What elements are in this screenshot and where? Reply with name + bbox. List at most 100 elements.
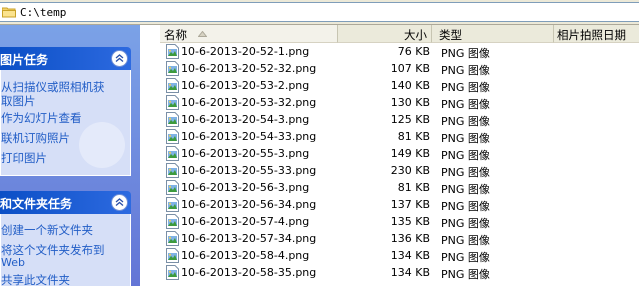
- file-name: 10-6-2013-20-56-34.png: [181, 198, 317, 211]
- png-file-icon: [166, 248, 179, 263]
- file-list: 名称 大小 类型 相片拍照日期 10-6-2013-20-52-1.png 76 …: [160, 25, 639, 286]
- pane-splitter[interactable]: [140, 25, 160, 286]
- file-row[interactable]: 10-6-2013-20-56-3.png 81 KB PNG 图像: [160, 179, 639, 196]
- column-date-taken-label: 相片拍照日期: [557, 28, 626, 42]
- file-name: 10-6-2013-20-53-32.png: [181, 96, 317, 109]
- file-tasks-title: 和文件夹任务: [0, 197, 73, 211]
- file-type: PNG 图像: [441, 268, 490, 281]
- task-share-folder[interactable]: 共享此文件夹: [1, 272, 70, 286]
- file-size: 149 KB: [390, 147, 430, 160]
- file-size: 230 KB: [390, 164, 430, 177]
- file-name: 10-6-2013-20-54-3.png: [181, 113, 310, 126]
- file-type: PNG 图像: [441, 149, 490, 162]
- file-name: 10-6-2013-20-58-35.png: [181, 266, 317, 279]
- task-get-from-scanner-cont[interactable]: 取图片: [1, 93, 36, 109]
- file-name: 10-6-2013-20-53-2.png: [181, 79, 310, 92]
- address-path: C:\temp: [20, 6, 67, 19]
- file-size: 81 KB: [397, 130, 430, 143]
- file-size: 130 KB: [390, 96, 430, 109]
- file-row[interactable]: 10-6-2013-20-57-34.png 136 KB PNG 图像: [160, 230, 639, 247]
- file-name: 10-6-2013-20-57-34.png: [181, 232, 317, 245]
- png-file-icon: [166, 197, 179, 212]
- file-type: PNG 图像: [441, 47, 490, 60]
- png-file-icon: [166, 180, 179, 195]
- collapse-icon[interactable]: [111, 50, 128, 67]
- file-type: PNG 图像: [441, 166, 490, 179]
- png-file-icon: [166, 129, 179, 144]
- file-size: 137 KB: [390, 198, 430, 211]
- file-row[interactable]: 10-6-2013-20-52-32.png 107 KB PNG 图像: [160, 60, 639, 77]
- file-row[interactable]: 10-6-2013-20-52-1.png 76 KB PNG 图像: [160, 43, 639, 60]
- file-row[interactable]: 10-6-2013-20-58-35.png 134 KB PNG 图像: [160, 264, 639, 281]
- file-name: 10-6-2013-20-57-4.png: [181, 215, 310, 228]
- column-header-date-taken[interactable]: 相片拍照日期: [554, 25, 639, 43]
- column-header-name[interactable]: 名称: [160, 25, 338, 43]
- file-size: 76 KB: [397, 45, 430, 58]
- file-row[interactable]: 10-6-2013-20-53-32.png 130 KB PNG 图像: [160, 94, 639, 111]
- file-type: PNG 图像: [441, 200, 490, 213]
- picture-tasks-header[interactable]: 图片任务: [0, 47, 131, 70]
- file-name: 10-6-2013-20-52-1.png: [181, 45, 310, 58]
- file-size: 136 KB: [390, 232, 430, 245]
- picture-tasks-body: 从扫描仪或照相机获 取图片 作为幻灯片查看 联机订购照片 打印图片: [0, 70, 131, 176]
- file-name: 10-6-2013-20-58-4.png: [181, 249, 310, 262]
- file-name: 10-6-2013-20-56-3.png: [181, 181, 310, 194]
- file-size: 140 KB: [390, 79, 430, 92]
- picture-tasks-title: 图片任务: [0, 53, 49, 67]
- file-type: PNG 图像: [441, 115, 490, 128]
- file-row[interactable]: 10-6-2013-20-56-34.png 137 KB PNG 图像: [160, 196, 639, 213]
- file-type: PNG 图像: [441, 217, 490, 230]
- column-type-label: 类型: [439, 28, 462, 42]
- file-name: 10-6-2013-20-52-32.png: [181, 62, 317, 75]
- file-size: 107 KB: [390, 62, 430, 75]
- file-row[interactable]: 10-6-2013-20-53-2.png 140 KB PNG 图像: [160, 77, 639, 94]
- address-bar: C:\temp: [0, 0, 639, 25]
- file-row[interactable]: 10-6-2013-20-55-33.png 230 KB PNG 图像: [160, 162, 639, 179]
- column-header-size[interactable]: 大小: [338, 25, 432, 43]
- png-file-icon: [166, 214, 179, 229]
- png-file-icon: [166, 95, 179, 110]
- file-type: PNG 图像: [441, 234, 490, 247]
- column-size-label: 大小: [404, 28, 427, 42]
- file-row[interactable]: 10-6-2013-20-54-33.png 81 KB PNG 图像: [160, 128, 639, 145]
- file-row[interactable]: 10-6-2013-20-55-3.png 149 KB PNG 图像: [160, 145, 639, 162]
- task-publish-folder-web[interactable]: Web: [1, 256, 25, 269]
- file-type: PNG 图像: [441, 251, 490, 264]
- png-file-icon: [166, 44, 179, 59]
- collapse-icon[interactable]: [111, 194, 128, 211]
- file-type: PNG 图像: [441, 64, 490, 77]
- camera-watermark-icon: [79, 122, 125, 168]
- file-type: PNG 图像: [441, 183, 490, 196]
- file-type: PNG 图像: [441, 98, 490, 111]
- task-view-slideshow[interactable]: 作为幻灯片查看: [1, 110, 82, 126]
- file-size: 81 KB: [397, 181, 430, 194]
- file-row[interactable]: 10-6-2013-20-54-3.png 125 KB PNG 图像: [160, 111, 639, 128]
- folder-icon: [1, 6, 16, 18]
- file-size: 134 KB: [390, 249, 430, 262]
- file-tasks-header[interactable]: 和文件夹任务: [0, 191, 131, 214]
- png-file-icon: [166, 231, 179, 246]
- png-file-icon: [166, 146, 179, 161]
- file-size: 125 KB: [390, 113, 430, 126]
- file-size: 134 KB: [390, 266, 430, 279]
- address-field[interactable]: C:\temp: [0, 2, 639, 22]
- png-file-icon: [166, 112, 179, 127]
- file-row[interactable]: 10-6-2013-20-57-4.png 135 KB PNG 图像: [160, 213, 639, 230]
- file-type: PNG 图像: [441, 81, 490, 94]
- file-type: PNG 图像: [441, 132, 490, 145]
- png-file-icon: [166, 163, 179, 178]
- file-size: 135 KB: [390, 215, 430, 228]
- file-name: 10-6-2013-20-55-33.png: [181, 164, 317, 177]
- task-new-folder[interactable]: 创建一个新文件夹: [1, 222, 93, 238]
- file-row[interactable]: 10-6-2013-20-58-4.png 134 KB PNG 图像: [160, 247, 639, 264]
- column-header-type[interactable]: 类型: [432, 25, 554, 43]
- task-pane: 图片任务 从扫描仪或照相机获 取图片 作为幻灯片查看 联机订购照片 打印图片 和…: [0, 25, 140, 286]
- png-file-icon: [166, 61, 179, 76]
- task-order-prints[interactable]: 联机订购照片: [1, 130, 70, 146]
- sort-ascending-icon: [198, 31, 207, 37]
- file-tasks-body: 创建一个新文件夹 将这个文件夹发布到 Web 共享此文件夹: [0, 214, 131, 286]
- task-print-pictures[interactable]: 打印图片: [1, 150, 47, 166]
- file-name: 10-6-2013-20-54-33.png: [181, 130, 317, 143]
- png-file-icon: [166, 265, 179, 280]
- png-file-icon: [166, 78, 179, 93]
